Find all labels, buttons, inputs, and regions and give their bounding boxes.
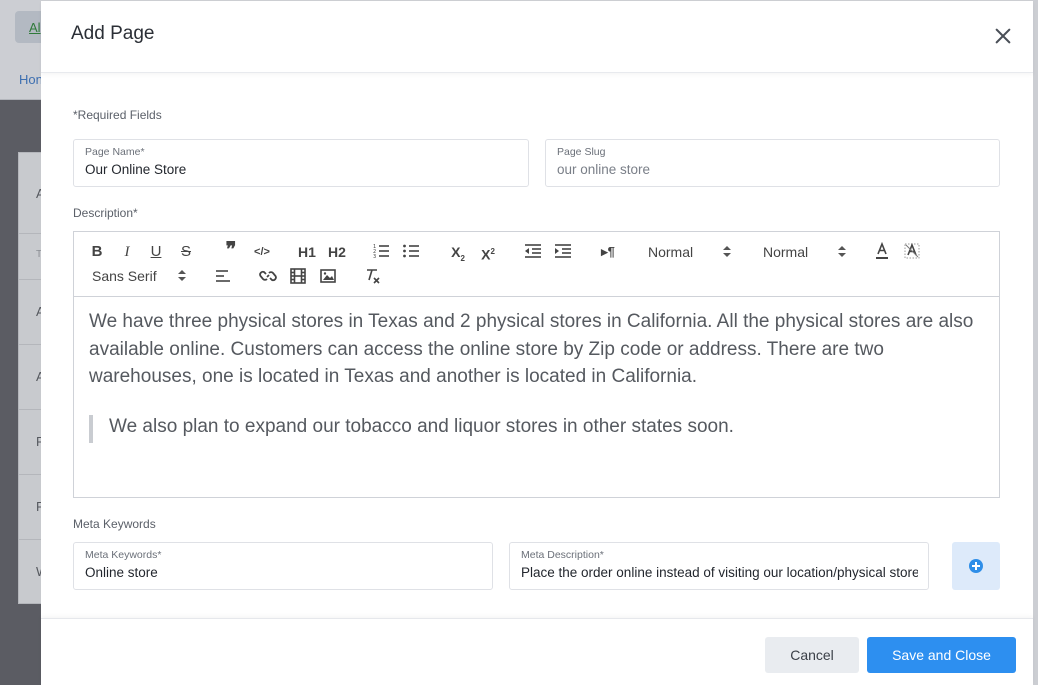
heading-1-button[interactable]: H1 [296,242,318,262]
page-name-input[interactable]: Our Online Store [85,162,518,177]
code-button[interactable]: </> [252,242,272,262]
meta-keywords-label: Meta Keywords* [85,549,162,561]
meta-description-input[interactable]: Place the order online instead of visiti… [521,565,918,580]
font-select-value: Sans Serif [92,268,157,284]
background-breadcrumb-label: Hon [19,72,43,87]
bold-button[interactable]: B [89,242,105,262]
meta-keywords-section-label: Meta Keywords [73,517,156,531]
editor-toolbar: B I U S ❞ </> H1 H2 123 X2 X2 ▸¶ Normal … [74,232,999,297]
heading-2-button[interactable]: H2 [326,242,348,262]
clear-format-icon[interactable] [364,267,382,287]
strike-button[interactable]: S [178,242,194,262]
blockquote-text: We also plan to expand our tobacco and l… [109,416,734,437]
video-icon[interactable] [289,267,307,287]
required-fields-note: *Required Fields [73,108,162,122]
svg-text:3: 3 [373,254,376,260]
close-icon[interactable] [992,25,1014,47]
chevron-updown-icon [838,245,846,259]
add-meta-button[interactable] [952,542,1000,590]
background-color-icon[interactable] [903,242,921,262]
font-color-icon[interactable] [873,242,891,262]
size-select[interactable]: Normal [648,242,734,262]
meta-description-field[interactable]: Meta Description* Place the order online… [509,542,929,590]
description-editor[interactable]: B I U S ❞ </> H1 H2 123 X2 X2 ▸¶ Normal … [73,231,1000,498]
page-slug-input[interactable]: our online store [557,162,989,177]
align-icon[interactable] [214,267,232,287]
header-select-value: Normal [763,244,809,260]
cancel-button[interactable]: Cancel [765,637,859,673]
meta-keywords-field[interactable]: Meta Keywords* Online store [73,542,493,590]
add-page-modal: Add Page *Required Fields Page Name* Our… [41,1,1033,685]
subscript-button[interactable]: X2 [448,242,468,263]
chevron-updown-icon [178,269,186,283]
header-select[interactable]: Normal [763,242,849,262]
text-direction-button[interactable]: ▸¶ [598,242,618,262]
underline-button[interactable]: U [148,242,164,262]
size-select-value: Normal [648,244,694,260]
ordered-list-icon[interactable]: 123 [372,242,392,262]
modal-footer: Cancel Save and Close [41,618,1033,685]
bullet-list-icon[interactable] [402,242,422,262]
description-label: Description* [73,206,138,220]
page-slug-label: Page Slug [557,146,606,158]
blockquote-button[interactable]: ❞ [222,240,240,260]
plus-circle-icon [969,559,983,573]
description-text[interactable]: We have three physical stores in Texas a… [89,308,984,391]
link-icon[interactable] [259,267,277,287]
background-top-button-label: Al [29,20,41,35]
meta-description-label: Meta Description* [521,549,604,561]
italic-button[interactable]: I [119,242,135,262]
page-slug-field[interactable]: Page Slug our online store [545,139,1000,187]
save-and-close-button[interactable]: Save and Close [867,637,1016,673]
chevron-updown-icon [723,245,731,259]
page-name-label: Page Name* [85,146,145,158]
indent-icon[interactable] [554,242,572,262]
font-select[interactable]: Sans Serif [92,266,188,286]
page-name-field[interactable]: Page Name* Our Online Store [73,139,529,187]
description-blockquote[interactable]: We also plan to expand our tobacco and l… [89,415,984,443]
superscript-button[interactable]: X2 [478,242,498,263]
outdent-icon[interactable] [524,242,542,262]
modal-header: Add Page [41,1,1033,73]
meta-keywords-input[interactable]: Online store [85,565,482,580]
modal-title: Add Page [71,23,155,44]
image-icon[interactable] [319,267,337,287]
